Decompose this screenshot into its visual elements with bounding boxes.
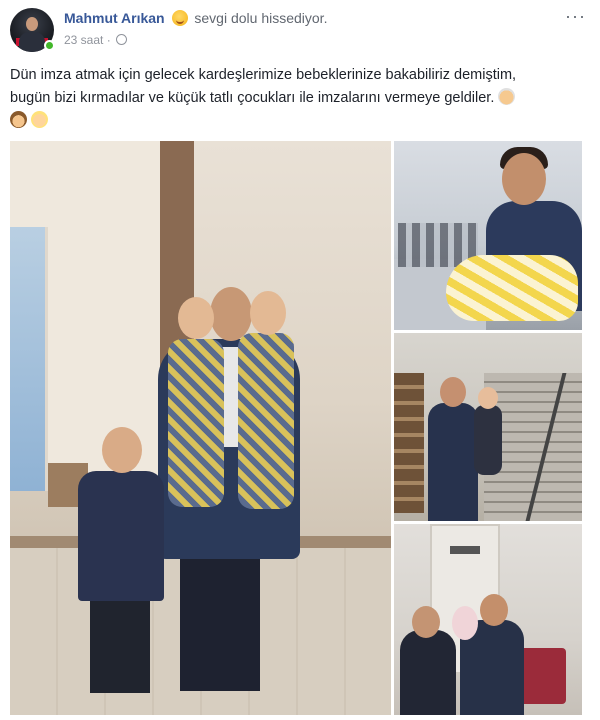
meta-separator: · [106, 33, 111, 47]
baby-emoji-icon [31, 111, 49, 128]
post-timestamp-link[interactable]: 23 saat [64, 33, 103, 47]
seated-man-head [412, 606, 440, 638]
child-left-head [178, 297, 214, 339]
man-head [480, 594, 508, 626]
post-text-line-1: Dün imza atmak için gelecek kardeşlerimi… [10, 67, 517, 83]
baby-blanket [446, 255, 578, 321]
baby-figure [452, 606, 478, 640]
facebook-post: Mahmut Arıkan sevgi dolu hissediyor. 23 … [0, 0, 600, 720]
post-text: Dün imza atmak için gelecek kardeşlerimi… [10, 64, 592, 133]
globe-icon[interactable] [116, 34, 128, 45]
old-man-emoji-icon [498, 88, 516, 105]
more-options-icon[interactable]: ··· [565, 6, 586, 27]
man-head [210, 287, 252, 341]
child-figure [474, 405, 502, 475]
scene-window [10, 227, 48, 491]
main-photo[interactable] [10, 141, 391, 715]
author-name-link[interactable]: Mahmut Arıkan [64, 10, 165, 26]
man-legs [180, 541, 260, 691]
boy-figure [78, 471, 164, 601]
child-left-figure [168, 339, 224, 507]
child-head [478, 387, 498, 409]
man-head [502, 153, 546, 205]
boy-head [102, 427, 142, 473]
post-meta: 23 saat · [64, 33, 128, 47]
smiling-face-emoji-icon [171, 10, 188, 26]
online-status-icon [44, 40, 55, 51]
avatar-face [26, 17, 38, 31]
boy-legs [90, 597, 150, 693]
photo-2[interactable] [394, 333, 582, 521]
feeling-activity: sevgi dolu hissediyor. [194, 10, 328, 26]
post-text-line-2: bugün bizi kırmadılar ve küçük tatlı çoc… [10, 90, 495, 106]
child-right-figure [238, 333, 294, 509]
woman-emoji-icon [10, 111, 27, 128]
scene-shelf [394, 373, 424, 513]
right-margin [582, 141, 600, 715]
post-header-line: Mahmut Arıkan sevgi dolu hissediyor. [64, 10, 327, 26]
avatar-suit [19, 32, 45, 52]
man-figure [428, 403, 478, 521]
child-right-head [250, 291, 286, 335]
man-head [440, 377, 466, 407]
seated-man-figure [400, 630, 456, 715]
door-sign [450, 546, 480, 554]
photo-1[interactable] [394, 141, 582, 330]
red-chair [518, 648, 566, 704]
photo-3[interactable] [394, 524, 582, 715]
